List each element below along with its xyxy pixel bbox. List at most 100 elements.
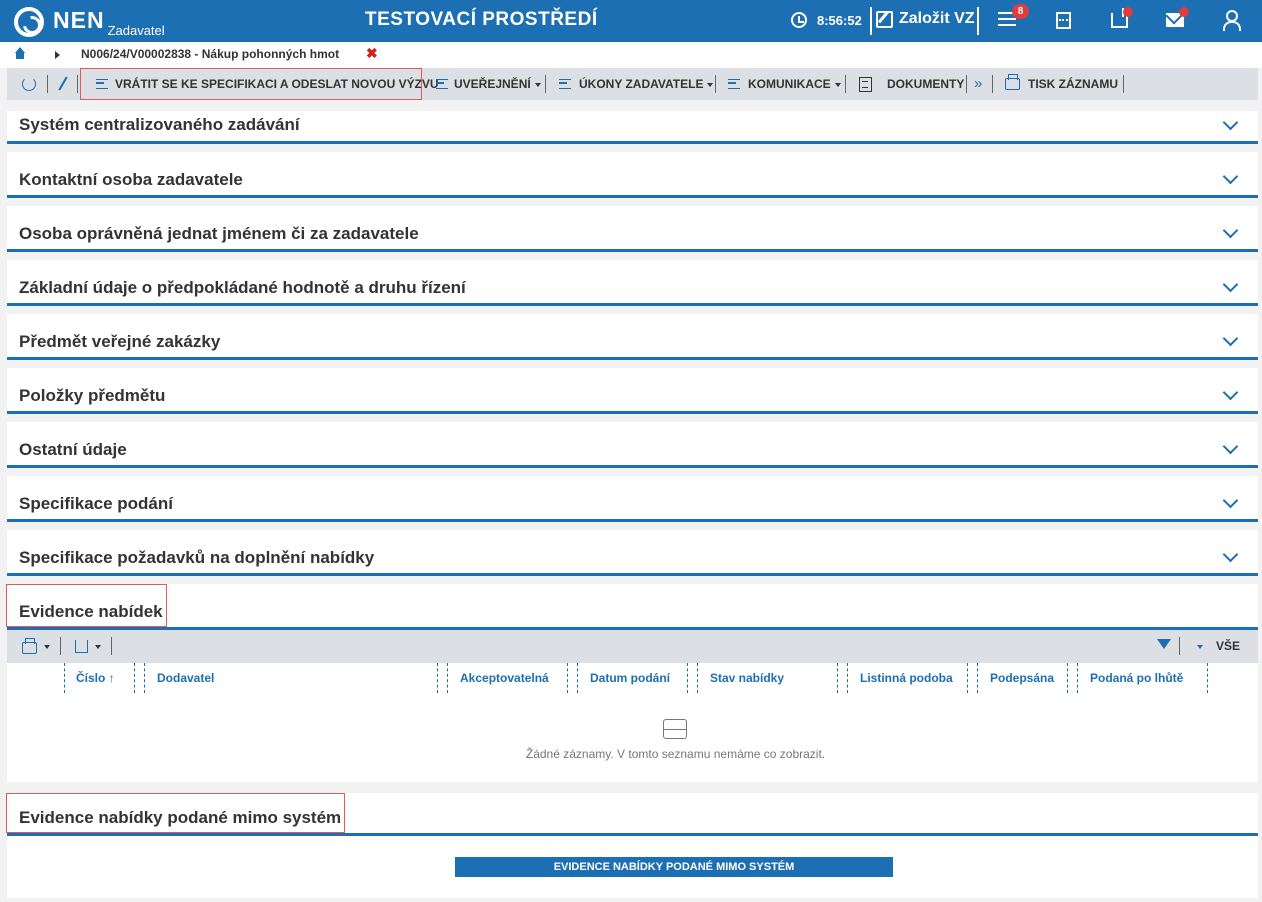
chevron-down-icon[interactable] [1197, 645, 1203, 649]
header-divider [977, 7, 979, 35]
section-other-data[interactable]: Ostatní údaje [7, 422, 1258, 468]
column-handle[interactable] [1067, 663, 1069, 693]
chevron-down-icon[interactable] [1222, 276, 1239, 293]
column-handle[interactable] [837, 663, 839, 693]
refresh-icon[interactable] [22, 77, 36, 91]
toolbar-divider [845, 75, 846, 93]
chevron-down-icon[interactable] [1222, 546, 1239, 563]
chevron-down-icon[interactable] [44, 645, 50, 649]
column-handle[interactable] [447, 663, 449, 693]
column-header-paper-form[interactable]: Listinná podoba [860, 663, 953, 693]
breadcrumb-record[interactable]: N006/24/V00002838 - Nákup pohonných hmot [81, 47, 339, 61]
toolbar-divider [715, 75, 716, 93]
toolbar-divider [60, 637, 61, 655]
column-header-submission-date[interactable]: Datum podání [590, 663, 670, 693]
highlight-box [6, 584, 167, 627]
toolbar-divider [77, 75, 78, 93]
create-contract-button[interactable]: Založit VZ [899, 10, 975, 28]
column-handle[interactable] [1077, 663, 1079, 693]
column-header-offer-status[interactable]: Stav nabídky [710, 663, 784, 693]
column-header-number[interactable]: Číslo ↑ [76, 663, 115, 693]
empty-state-text: Žádné záznamy. V tomto seznamu nemáme co… [525, 747, 826, 761]
section-basic-value-data[interactable]: Základní údaje o předpokládané hodnotě a… [7, 260, 1258, 306]
chevron-down-icon[interactable] [1222, 492, 1239, 509]
mail-alert-dot [1179, 7, 1189, 17]
column-handle[interactable] [437, 663, 439, 693]
record-outside-offer-button[interactable]: EVIDENCE NABÍDKY PODANÉ MIMO SYSTÉM [455, 857, 893, 877]
calculator-icon[interactable] [1056, 12, 1071, 29]
tray-alert-dot [1123, 7, 1133, 17]
nen-logo[interactable]: NEN Zadavatel [14, 5, 165, 38]
toolbar-divider [111, 637, 112, 655]
column-header-acceptable[interactable]: Akceptovatelná [460, 663, 549, 693]
column-handle[interactable] [697, 663, 699, 693]
close-record-icon[interactable]: ✖ [366, 45, 378, 62]
column-handle[interactable] [134, 663, 136, 693]
home-icon[interactable] [14, 47, 26, 60]
edit-icon[interactable] [876, 11, 893, 28]
toolbar-divider [992, 75, 993, 93]
logo-subtitle: Zadavatel [107, 23, 165, 38]
section-submission-spec[interactable]: Specifikace podání [7, 476, 1258, 522]
environment-title: TESTOVACÍ PROSTŘEDÍ [365, 9, 598, 30]
communication-label: KOMUNIKACE [748, 77, 831, 91]
toolbar-divider [1179, 637, 1180, 655]
section-centralized-system[interactable]: Systém centralizovaného zadávání [7, 111, 1258, 144]
section-title: Systém centralizovaného zadávání [19, 115, 300, 134]
column-header-signed[interactable]: Podepsána [990, 663, 1054, 693]
session-time: 8:56:52 [817, 13, 862, 28]
chevron-down-icon[interactable] [1222, 438, 1239, 455]
publish-menu[interactable]: UVEŘEJNĚNÍ [454, 68, 541, 100]
clock-icon [791, 12, 807, 28]
toolbar-divider [47, 75, 48, 93]
highlight-box [80, 68, 422, 100]
chevron-down-icon[interactable] [95, 645, 101, 649]
column-handle[interactable] [977, 663, 979, 693]
list-icon [728, 79, 740, 89]
user-icon[interactable] [1223, 10, 1241, 31]
chevron-down-icon[interactable] [1222, 330, 1239, 347]
section-title: Kontaktní osoba zadavatele [19, 170, 243, 189]
logo-icon [14, 7, 44, 37]
column-handle[interactable] [577, 663, 579, 693]
toolbar-divider [966, 75, 967, 93]
documents-button[interactable]: DOKUMENTY [887, 68, 964, 100]
filter-icon[interactable] [1157, 639, 1171, 649]
chevron-down-icon[interactable] [1222, 168, 1239, 185]
column-handle[interactable] [687, 663, 689, 693]
section-contract-subject[interactable]: Předmět veřejné zakázky [7, 314, 1258, 360]
column-handle[interactable] [967, 663, 969, 693]
column-handle[interactable] [64, 663, 66, 693]
chevron-down-icon[interactable] [1222, 114, 1239, 131]
pencil-icon[interactable] [58, 76, 68, 91]
more-actions-icon[interactable]: » [974, 76, 982, 92]
column-handle[interactable] [847, 663, 849, 693]
print-record-button[interactable]: TISK ZÁZNAMU [1028, 68, 1118, 100]
top-header: NEN Zadavatel TESTOVACÍ PROSTŘEDÍ 8:56:5… [0, 0, 1262, 42]
export-icon[interactable] [75, 640, 88, 653]
chevron-down-icon[interactable] [1222, 222, 1239, 239]
column-handle[interactable] [1207, 663, 1209, 693]
column-header-late[interactable]: Podaná po lhůtě [1090, 663, 1183, 693]
column-header-supplier[interactable]: Dodavatel [157, 663, 214, 693]
column-handle[interactable] [567, 663, 569, 693]
list-icon [436, 79, 448, 89]
list-icon [559, 79, 571, 89]
communication-menu[interactable]: KOMUNIKACE [748, 68, 841, 100]
highlight-box [6, 793, 345, 833]
section-offers[interactable]: Evidence nabídek [7, 584, 1258, 630]
printer-icon [1005, 74, 1020, 90]
breadcrumb: N006/24/V00002838 - Nákup pohonných hmot… [0, 42, 1262, 68]
contracting-acts-menu[interactable]: ÚKONY ZADAVATELE [579, 68, 714, 100]
column-handle[interactable] [144, 663, 146, 693]
section-contact-person[interactable]: Kontaktní osoba zadavatele [7, 152, 1258, 198]
chevron-down-icon [834, 82, 841, 87]
header-divider [870, 7, 872, 35]
chevron-down-icon [707, 82, 714, 87]
filter-all-button[interactable]: VŠE [1216, 630, 1240, 662]
printer-icon[interactable] [22, 638, 37, 654]
section-subject-items[interactable]: Položky předmětu [7, 368, 1258, 414]
section-authorized-person[interactable]: Osoba oprávněná jednat jménem či za zada… [7, 206, 1258, 252]
section-supplement-requirements[interactable]: Specifikace požadavků na doplnění nabídk… [7, 530, 1258, 576]
chevron-down-icon[interactable] [1222, 384, 1239, 401]
